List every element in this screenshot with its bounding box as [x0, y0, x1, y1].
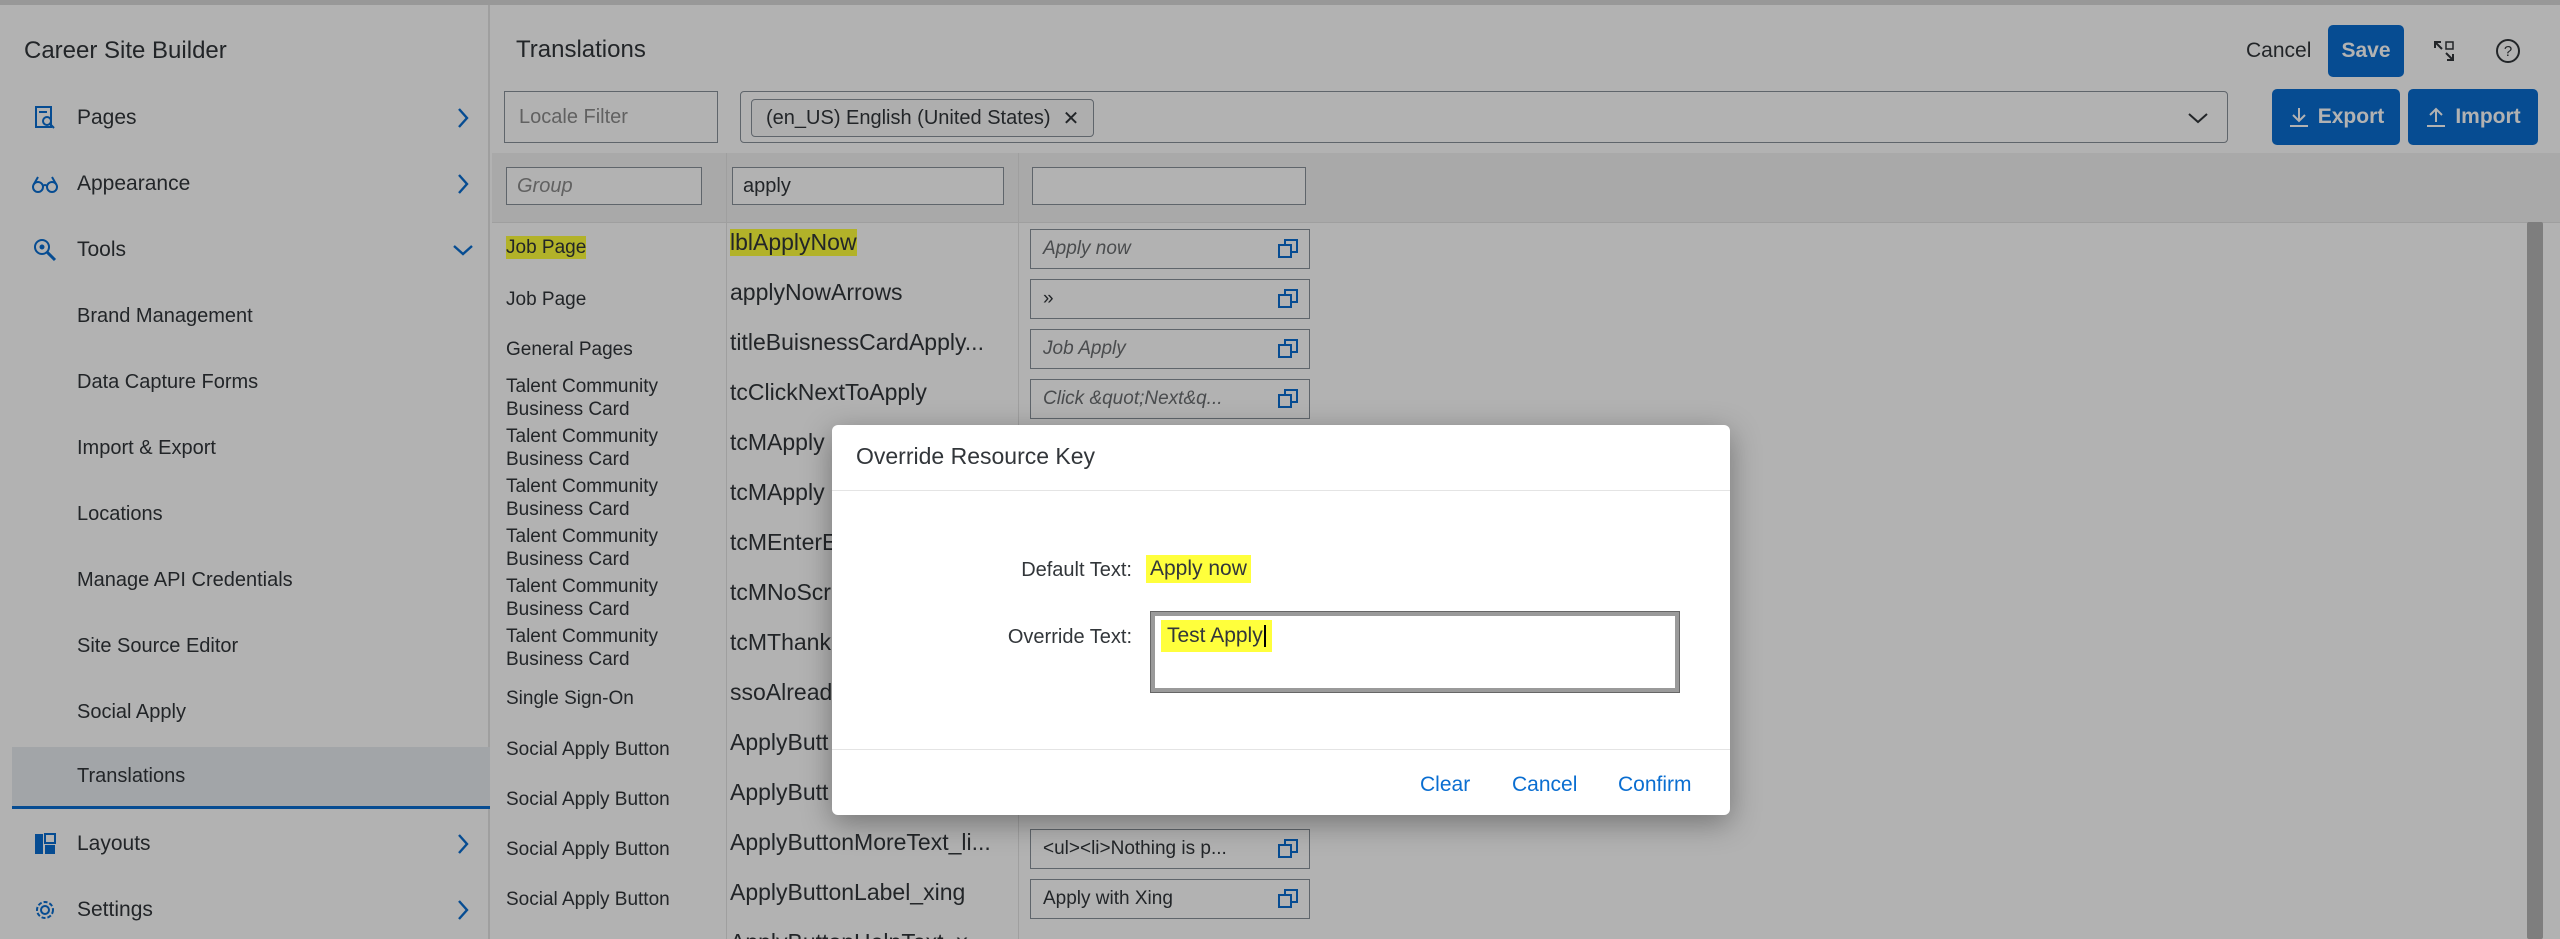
dialog-cancel-button[interactable]: Cancel: [1504, 765, 1585, 805]
clear-button[interactable]: Clear: [1412, 765, 1478, 805]
dialog-divider: [832, 749, 1730, 750]
default-text-label: Default Text:: [1021, 559, 1132, 581]
confirm-button[interactable]: Confirm: [1610, 765, 1700, 805]
override-text-label: Override Text:: [1007, 626, 1132, 648]
override-text-value: Test Apply: [1167, 624, 1263, 647]
text-caret: [1263, 625, 1266, 648]
override-text-content: Test Apply: [1161, 620, 1272, 652]
override-text-input[interactable]: Test Apply: [1147, 608, 1683, 696]
override-resource-key-dialog: Override Resource Key Default Text: Appl…: [832, 425, 1730, 815]
default-text-value: Apply now: [1146, 555, 1251, 583]
dialog-divider: [832, 490, 1730, 491]
dialog-title: Override Resource Key: [856, 443, 1096, 469]
